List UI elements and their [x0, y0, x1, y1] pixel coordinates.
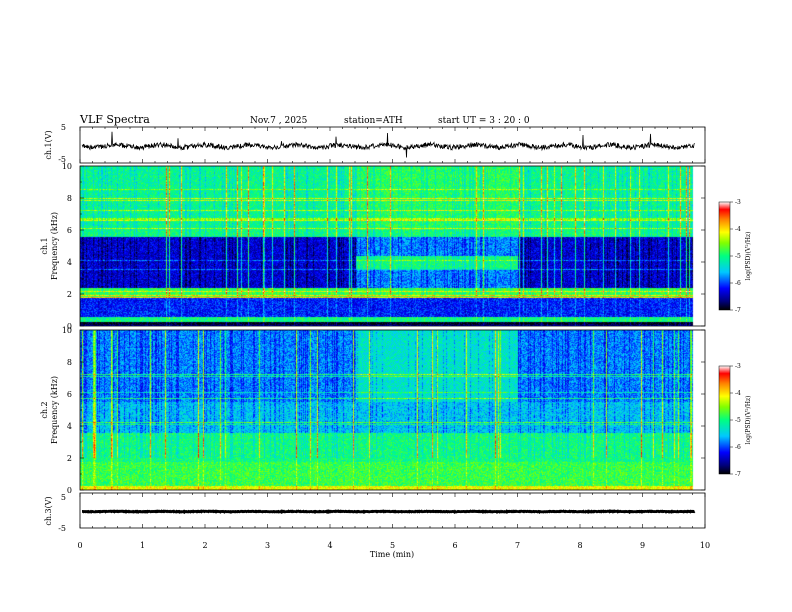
ch1-colorbar-tick-label: -7 — [735, 307, 741, 314]
ch1-frequency-tick-label: 6 — [67, 226, 72, 235]
time-axis-tick-label: 5 — [390, 541, 395, 550]
ch2-colorbar-label: log(PSD)(V²/Hz) — [745, 396, 752, 445]
ch3-ytick-top: 5 — [61, 493, 66, 502]
time-axis-tick-labels: 0 1 2 3 4 5 6 7 8 9 10 — [77, 541, 710, 550]
ch1-frequency-tick-label: 2 — [67, 290, 72, 299]
ch3-ytick-bottom: -5 — [58, 524, 66, 533]
ch1-spectrogram-wrap — [80, 166, 705, 326]
time-axis-tick-label: 9 — [640, 541, 645, 550]
ch3-voltage-ylabel: ch.3(V) — [44, 496, 53, 525]
ch1-spectrogram-panel: 0246810 ch.1 Frequency (kHz) -3-4-5-6-7 … — [40, 162, 752, 331]
ch1-voltage-ylabel: ch.1(V) — [44, 130, 53, 159]
ch2-colorbar-tick-label: -6 — [735, 444, 741, 451]
ch2-frequency-tick-label: 8 — [67, 358, 72, 367]
ch1-spectrogram-image — [80, 166, 705, 326]
ch1-colorbar-tick-label: -5 — [735, 253, 741, 260]
ch2-frequency-ylabel: Frequency (kHz) — [50, 376, 59, 444]
ch2-colorbar-tick-label: -3 — [735, 363, 741, 370]
time-axis-tick-label: 7 — [515, 541, 520, 550]
ch2-frequency-tick-label: 0 — [67, 486, 72, 495]
time-axis-xlabel: Time (min) — [370, 550, 414, 559]
ch2-colorbar-tick-label: -4 — [735, 390, 741, 397]
ch1-channel-label: ch.1 — [40, 237, 49, 254]
station-label: station=ATH — [344, 116, 403, 126]
ch2-frequency-tick-label: 6 — [67, 390, 72, 399]
time-axis-tick-label: 2 — [202, 541, 207, 550]
ch1-frequency-ylabel: Frequency (kHz) — [50, 212, 59, 280]
ch3-trace — [82, 509, 696, 515]
time-axis-tick-label: 6 — [452, 541, 457, 550]
time-axis-tick-label: 8 — [577, 541, 582, 550]
time-axis-tick-label: 4 — [327, 541, 332, 550]
ch2-colorbar-ticks: -3 -4 -5 -6 -7 — [730, 363, 741, 478]
ch2-frequency-tick-label: 4 — [67, 422, 72, 431]
date-label: Nov.7 , 2025 — [250, 116, 308, 126]
ch1-frequency-tick-label: 4 — [67, 258, 72, 267]
ch2-colorbar-gradient — [718, 365, 731, 475]
ch1-colorbar: -3 -4 -5 -6 -7 log(PSD)(V²/Hz) — [718, 199, 752, 314]
vlf-figure: VLF Spectra Nov.7 , 2025 station=ATH sta… — [40, 113, 752, 559]
ch2-frequency-tick-label: 2 — [67, 454, 72, 463]
ch1-frequency-tick-label: 10 — [62, 162, 72, 171]
figure-title: VLF Spectra — [79, 113, 150, 126]
ch1-colorbar-gradient — [718, 201, 731, 311]
ch2-spectrogram-wrap — [80, 330, 705, 490]
ch2-channel-label: ch.2 — [40, 401, 49, 418]
ch2-spectrogram-image — [80, 330, 705, 490]
ch1-colorbar-tick-label: -6 — [735, 280, 741, 287]
ch2-frequency-tick-label: 10 — [62, 326, 72, 335]
ch1-waveform-panel: 5 -5 ch.1(V) — [44, 123, 706, 164]
ch1-frequency-tick-label: 8 — [67, 194, 72, 203]
ch1-ytick-top: 5 — [61, 123, 66, 132]
ch1-colorbar-tick-label: -3 — [735, 199, 741, 206]
ch1-colorbar-tick-label: -4 — [735, 226, 741, 233]
ch1-colorbar-label: log(PSD)(V²/Hz) — [745, 232, 752, 281]
start-time-label: start UT = 3 : 20 : 0 — [438, 116, 530, 126]
time-axis-tick-label: 3 — [265, 541, 270, 550]
ch2-colorbar-tick-label: -5 — [735, 417, 741, 424]
ch3-waveform-panel: 5 -5 ch.3(V) 0 1 2 3 4 5 6 7 8 9 10 Time (min) — [44, 492, 710, 559]
time-axis-tick-label: 0 — [77, 541, 82, 550]
ch2-colorbar-tick-label: -7 — [735, 471, 741, 478]
ch2-colorbar: -3 -4 -5 -6 -7 log(PSD)(V²/Hz) — [718, 363, 752, 478]
ch2-spectrogram-panel: 0 2 4 6 8 10 ch.2 Frequency (kHz) -3 -4 -5 -6 -7 … — [40, 326, 752, 495]
time-axis-tick-label: 10 — [700, 541, 710, 550]
time-axis-tick-label: 1 — [140, 541, 145, 550]
ch1-colorbar-ticks: -3 -4 -5 -6 -7 — [730, 199, 741, 314]
